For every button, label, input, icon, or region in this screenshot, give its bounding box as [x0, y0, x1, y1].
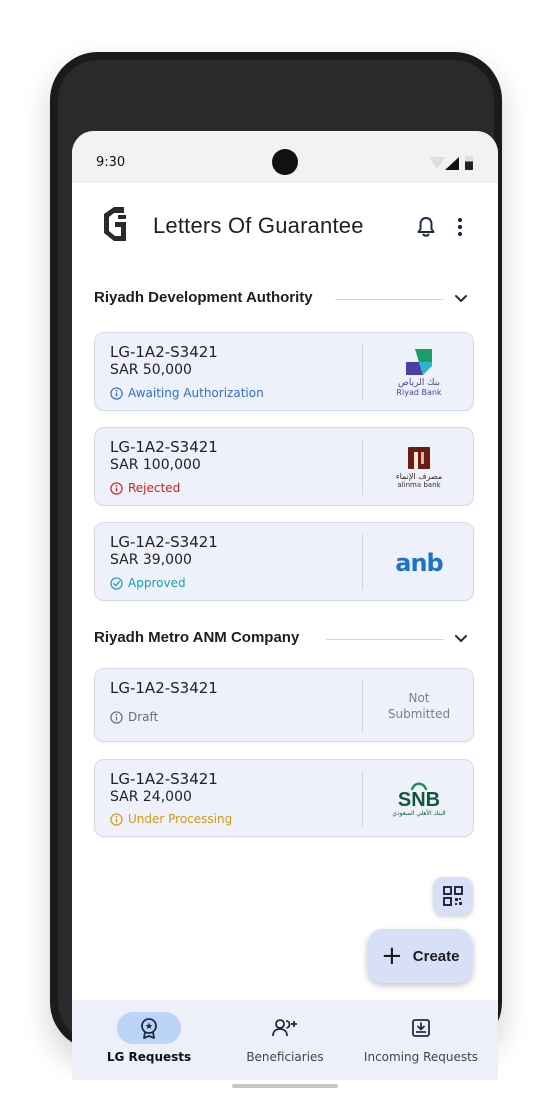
nav-icon-container	[253, 1012, 317, 1044]
section-divider	[326, 639, 444, 640]
status-badge: Approved	[110, 576, 186, 590]
lg-amount: SAR 39,000	[110, 552, 192, 568]
lg-amount: SAR 50,000	[110, 362, 192, 378]
riyad-bank-mark-icon	[406, 348, 432, 375]
nav-item-beneficiaries[interactable]: Beneficiaries	[220, 1000, 350, 1080]
section-title: Riyadh Development Authority	[94, 289, 313, 306]
bottom-navigation: LG Requests Beneficiaries Incoming Reque…	[72, 1000, 498, 1080]
lg-amount: SAR 100,000	[110, 457, 201, 473]
status-badge: Draft	[110, 710, 158, 724]
lg-card[interactable]: LG-1A2-S3421 SAR 50,000 Awaiting Authori…	[94, 332, 474, 411]
status-badge: Awaiting Authorization	[110, 386, 264, 400]
nav-label: LG Requests	[106, 1050, 192, 1064]
lg-card[interactable]: LG-1A2-S3421 Draft Not Submitted	[94, 668, 474, 742]
notification-bell-icon[interactable]	[414, 215, 438, 239]
front-camera	[272, 149, 298, 175]
wifi-icon	[429, 157, 445, 169]
status-badge: Under Processing	[110, 812, 232, 826]
bank-logo-arabic: بنك الرياض	[397, 377, 440, 388]
battery-icon	[465, 156, 473, 170]
status-text: Approved	[128, 576, 186, 590]
alinma-bank-logo: مصرف الإنماء alinma bank	[363, 428, 475, 507]
info-icon	[110, 710, 123, 724]
inbox-download-icon	[412, 1019, 430, 1037]
lg-number: LG-1A2-S3421	[110, 679, 218, 697]
lg-amount: SAR 24,000	[110, 789, 192, 805]
bank-logo-arabic: مصرف الإنماء	[395, 471, 443, 481]
create-button[interactable]: + Create	[367, 929, 473, 983]
nav-icon-container	[389, 1012, 453, 1044]
info-icon	[110, 386, 123, 400]
alinma-mark-icon	[408, 446, 430, 469]
page-title: Letters Of Guarantee	[153, 213, 364, 238]
section-header[interactable]: Riyadh Metro ANM Company	[94, 627, 474, 651]
info-icon	[110, 481, 123, 495]
bank-logo-text: SNB	[397, 788, 441, 811]
app-header: Letters Of Guarantee	[72, 183, 498, 263]
status-text: Under Processing	[128, 812, 233, 826]
home-indicator[interactable]	[232, 1084, 338, 1088]
nav-label: Incoming Requests	[363, 1050, 479, 1064]
not-submitted-line2: Submitted	[387, 707, 451, 721]
not-submitted-line1: Not	[408, 691, 430, 705]
bank-logo-arabic: البنك الأهلي السعودي	[392, 809, 446, 817]
nav-item-lg-requests[interactable]: LG Requests	[84, 1000, 214, 1080]
signal-icon	[445, 157, 459, 170]
lg-number: LG-1A2-S3421	[110, 533, 218, 551]
info-icon	[110, 812, 123, 826]
nav-active-indicator	[117, 1012, 181, 1044]
status-badge: Rejected	[110, 481, 180, 495]
riyad-bank-logo: بنك الرياض Riyad Bank	[363, 333, 475, 412]
snb-logo: SNB البنك الأهلي السعودي	[363, 760, 475, 838]
qr-scan-button[interactable]	[433, 877, 473, 915]
nav-label: Beneficiaries	[246, 1050, 324, 1064]
section-title: Riyadh Metro ANM Company	[94, 629, 300, 646]
bank-logo-text: anb	[395, 548, 443, 577]
phone-bezel: 9:30 Letters Of Guarantee Riyadh Develop…	[58, 60, 498, 1096]
bank-logo-english: Riyad Bank	[396, 387, 442, 397]
bank-logo-english: alinma bank	[397, 480, 441, 489]
status-time: 9:30	[96, 155, 126, 170]
chevron-down-icon[interactable]	[452, 289, 470, 307]
certificate-icon	[141, 1018, 157, 1039]
app-screen: 9:30 Letters Of Guarantee Riyadh Develop…	[72, 131, 498, 1096]
phone-frame: 9:30 Letters Of Guarantee Riyadh Develop…	[50, 52, 502, 1096]
lg-number: LG-1A2-S3421	[110, 770, 218, 788]
more-options-icon[interactable]	[450, 215, 470, 239]
status-bar: 9:30	[72, 131, 498, 183]
status-text: Rejected	[128, 481, 181, 495]
lg-number: LG-1A2-S3421	[110, 343, 218, 361]
section-header[interactable]: Riyadh Development Authority	[94, 287, 474, 311]
qr-code-icon	[443, 886, 463, 906]
lg-card[interactable]: LG-1A2-S3421 SAR 24,000 Under Processing…	[94, 759, 474, 837]
nav-item-incoming-requests[interactable]: Incoming Requests	[356, 1000, 486, 1080]
plus-icon: +	[381, 941, 403, 971]
status-text: Draft	[128, 710, 159, 724]
app-logo-icon	[104, 207, 126, 241]
chevron-down-icon[interactable]	[452, 629, 470, 647]
status-text: Awaiting Authorization	[128, 386, 264, 400]
section-divider	[335, 299, 444, 300]
lg-number: LG-1A2-S3421	[110, 438, 218, 456]
lg-card[interactable]: LG-1A2-S3421 SAR 39,000 Approved anb	[94, 522, 474, 601]
add-user-icon	[272, 1019, 297, 1037]
bank-placeholder: Not Submitted	[363, 669, 475, 743]
anb-logo: anb	[363, 523, 475, 602]
create-label: Create	[412, 947, 460, 965]
lg-card[interactable]: LG-1A2-S3421 SAR 100,000 Rejected مصرف ا…	[94, 427, 474, 506]
check-circle-icon	[110, 576, 123, 590]
